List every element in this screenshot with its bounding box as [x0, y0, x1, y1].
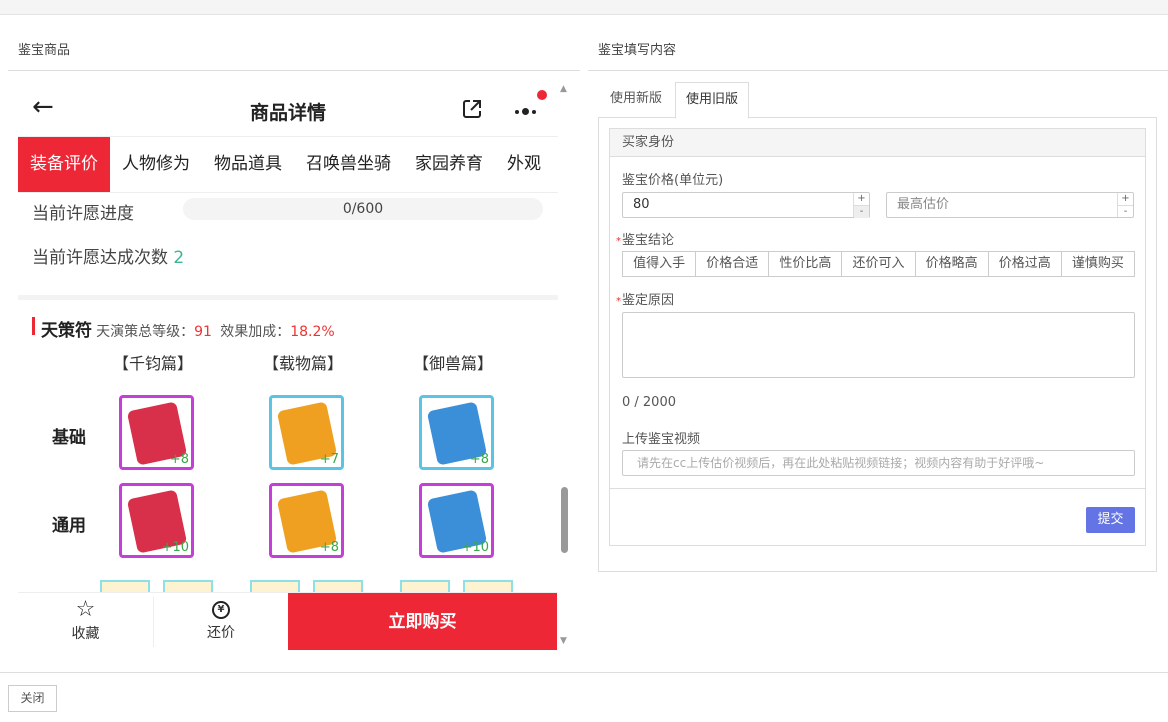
right-section-title: 鉴宝填写内容: [598, 43, 677, 58]
conclusion-option[interactable]: 谨慎购买: [1062, 252, 1134, 276]
section-marker: [32, 317, 35, 335]
share-icon[interactable]: [461, 98, 483, 120]
row-label: 通用: [52, 516, 86, 536]
yuan-icon: ¥: [212, 601, 230, 619]
tab-appearance[interactable]: 外观: [495, 137, 553, 192]
wish-progress-label: 当前许愿进度: [32, 204, 134, 224]
conclusion-option[interactable]: 值得入手: [623, 252, 697, 276]
scrollbar-thumb[interactable]: [561, 487, 568, 553]
conclusion-option[interactable]: 价格合适: [696, 252, 770, 276]
item-slot[interactable]: +8: [419, 395, 494, 470]
column-header: 【载物篇】: [263, 354, 344, 373]
max-price-input[interactable]: 最高估价 + -: [886, 192, 1134, 218]
item-level: +7: [319, 452, 339, 467]
max-price-placeholder: 最高估价: [897, 197, 950, 212]
divider: [0, 672, 1168, 673]
price-stepper[interactable]: + -: [853, 193, 869, 218]
notification-dot: [537, 90, 547, 100]
item-slot[interactable]: +8: [269, 483, 344, 558]
tab-home[interactable]: 家园养育: [403, 137, 495, 192]
section-name: 天策符: [41, 321, 92, 341]
bonus-value: 18.2%: [290, 324, 335, 340]
tab-new-version[interactable]: 使用新版: [600, 82, 672, 118]
item-level: +10: [461, 540, 489, 555]
reason-textarea[interactable]: [622, 312, 1135, 378]
wish-progress-bar: 0/600: [183, 198, 543, 220]
more-icon[interactable]: [515, 104, 536, 119]
wish-count-value: 2: [173, 248, 185, 268]
wish-count-text: 当前许愿达成次数: [32, 248, 168, 268]
item-slot[interactable]: +10: [419, 483, 494, 558]
item-level: +8: [169, 452, 189, 467]
level-value: 91: [194, 324, 212, 340]
left-section-title: 鉴宝商品: [18, 43, 71, 58]
item-slot[interactable]: +8: [119, 395, 194, 470]
price-input[interactable]: 80 + -: [622, 192, 870, 218]
panel-title: 买家身份: [610, 129, 1145, 157]
column-header: 【千钧篇】: [113, 354, 194, 373]
close-button[interactable]: 关闭: [8, 685, 57, 712]
scroll-down-icon[interactable]: ▼: [560, 636, 567, 646]
buy-now-button[interactable]: 立即购买: [288, 593, 557, 650]
bottom-action-bar: ☆ 收藏 ¥ 还价 立即购买: [18, 592, 558, 650]
conclusion-option[interactable]: 价格过高: [989, 252, 1062, 276]
form-container: 买家身份 鉴宝价格(单位元) 80 +- 最高估价 +- 鉴宝结论 值得入手 价格合…: [598, 117, 1157, 572]
price-value: 80: [633, 197, 650, 212]
favorite-label: 收藏: [71, 626, 100, 642]
tab-pets[interactable]: 召唤兽坐骑: [294, 137, 403, 192]
section-separator: [18, 295, 558, 300]
reason-label: 鉴定原因: [616, 289, 674, 308]
top-bar: [0, 0, 1168, 15]
row-label: 基础: [52, 428, 86, 448]
divider: [610, 488, 1145, 489]
conclusion-option[interactable]: 价格略高: [916, 252, 989, 276]
price-label: 鉴宝价格(单位元): [622, 173, 724, 188]
item-level: +8: [319, 540, 339, 555]
bargain-label: 还价: [207, 625, 235, 641]
star-icon: ☆: [75, 597, 96, 622]
conclusion-options: 值得入手 价格合适 性价比高 还价可入 价格略高 价格过高 谨慎购买: [622, 251, 1135, 277]
scrollbar[interactable]: ▲ ▼: [558, 80, 572, 650]
conclusion-option[interactable]: 还价可入: [842, 252, 916, 276]
submit-button[interactable]: 提交: [1086, 507, 1135, 533]
conclusion-option[interactable]: 性价比高: [769, 252, 843, 276]
product-detail-frame: ← 商品详情 装备评价 人物修为 物品道具 召唤兽坐骑 家园养育 外观 当前许愿…: [18, 80, 558, 650]
item-level: +8: [469, 452, 489, 467]
char-counter: 0 / 2000: [622, 395, 676, 410]
tab-equipment[interactable]: 装备评价: [18, 137, 110, 192]
divider: [8, 70, 580, 71]
bargain-button[interactable]: ¥ 还价: [154, 593, 288, 650]
conclusion-label: 鉴宝结论: [616, 229, 674, 248]
tab-items[interactable]: 物品道具: [202, 137, 294, 192]
scroll-up-icon[interactable]: ▲: [560, 84, 567, 94]
item-level: +10: [161, 540, 189, 555]
level-label: 天演策总等级：: [96, 324, 195, 340]
video-placeholder: 请先在cc上传估价视频后，再在此处粘贴视频链接；视频内容有助于好评哦~: [637, 456, 1045, 470]
video-label: 上传鉴宝视频: [622, 432, 701, 447]
tab-character[interactable]: 人物修为: [110, 137, 202, 192]
max-price-stepper[interactable]: + -: [1117, 193, 1133, 217]
bonus-label: 效果加成：: [220, 324, 291, 340]
favorite-button[interactable]: ☆ 收藏: [18, 593, 153, 650]
video-link-input[interactable]: 请先在cc上传估价视频后，再在此处粘贴视频链接；视频内容有助于好评哦~: [622, 450, 1135, 476]
tab-old-version[interactable]: 使用旧版: [675, 82, 750, 119]
wish-count-label: 当前许愿达成次数 2: [32, 243, 184, 268]
section-header: 天策符 天演策总等级：91 效果加成：18.2%: [41, 316, 335, 341]
item-slot[interactable]: +10: [119, 483, 194, 558]
column-header: 【御兽篇】: [413, 354, 494, 373]
category-tabs: 装备评价 人物修为 物品道具 召唤兽坐骑 家园养育 外观: [18, 136, 558, 193]
item-slot[interactable]: +7: [269, 395, 344, 470]
buyer-identity-panel: 买家身份 鉴宝价格(单位元) 80 +- 最高估价 +- 鉴宝结论 值得入手 价格合…: [609, 128, 1146, 546]
divider: [588, 70, 1168, 71]
